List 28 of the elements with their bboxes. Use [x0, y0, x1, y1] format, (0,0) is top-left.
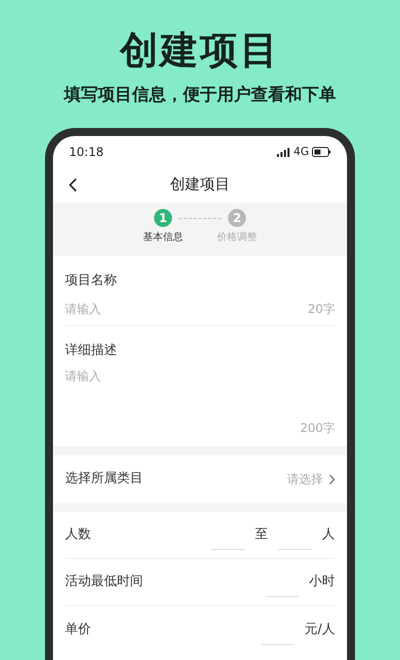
field-label: 详细描述: [65, 342, 118, 360]
textarea-placeholder[interactable]: 请输入: [65, 367, 101, 385]
character-limit: 200字: [300, 420, 335, 437]
step-label: 基本信息: [143, 230, 183, 245]
step-label: 价格调整: [217, 230, 257, 245]
unit-label: 人: [322, 526, 335, 544]
field-label: 项目名称: [65, 272, 118, 290]
character-limit: 20字: [308, 301, 335, 318]
field-label: 活动最低时间: [65, 573, 143, 592]
signal-icon: [277, 148, 290, 156]
range-separator: 至: [255, 526, 268, 544]
headline: 创建项目: [120, 28, 280, 72]
back-icon[interactable]: [69, 178, 77, 192]
unit-label: 小时: [309, 573, 335, 592]
field-label: 单价: [65, 620, 91, 639]
battery-icon: [312, 147, 331, 157]
step-number[interactable]: 1: [154, 209, 172, 227]
category-picker[interactable]: 请选择: [287, 470, 335, 488]
field-label: 人数: [65, 526, 91, 544]
field-label: 选择所属类目: [65, 470, 143, 488]
status-time: 10:18: [69, 144, 104, 161]
subheadline: 填写项目信息，便于用户查看和下单: [64, 84, 336, 106]
unit-label: 元/人: [304, 620, 335, 639]
chevron-right-icon: [329, 474, 335, 484]
page-title: 创建项目: [170, 174, 230, 196]
step-number[interactable]: 2: [228, 209, 246, 227]
input-placeholder[interactable]: 请输入: [65, 300, 101, 318]
network-label: 4G: [293, 144, 309, 160]
